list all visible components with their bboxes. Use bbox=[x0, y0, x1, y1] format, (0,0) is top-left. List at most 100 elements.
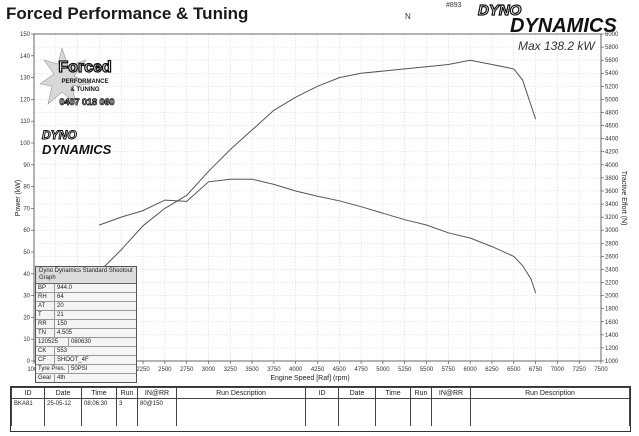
x-tick-label: 5000 bbox=[376, 367, 390, 373]
setting-value: 21 bbox=[57, 312, 64, 318]
x-tick-label: 2250 bbox=[136, 367, 150, 373]
tractive-effort-point bbox=[120, 216, 122, 218]
power-point bbox=[295, 96, 297, 98]
tractive-effort-point bbox=[535, 292, 536, 294]
x-tick-label: 7000 bbox=[551, 367, 565, 373]
setting-key: TN bbox=[36, 329, 55, 337]
setting-value: SHOOT_4F bbox=[57, 357, 89, 363]
tractive-effort-point bbox=[522, 265, 523, 266]
y2-tick-label: 5800 bbox=[605, 45, 619, 51]
col-run-description: Run Description bbox=[176, 387, 306, 399]
tractive-effort-point bbox=[513, 255, 515, 257]
settings-header: Dyno Dynamics Standard Shootout Graph bbox=[36, 267, 136, 284]
y2-tick-label: 5400 bbox=[605, 71, 619, 77]
power-point bbox=[229, 149, 231, 150]
setting-value: 50PSI bbox=[71, 366, 88, 372]
power-point bbox=[491, 64, 493, 65]
x-tick-label: 2500 bbox=[158, 367, 172, 373]
cell-run-2 bbox=[410, 398, 432, 408]
settings-row: RR 150 bbox=[36, 320, 136, 329]
setting-key: RH bbox=[36, 293, 55, 301]
y2-tick-label: 3400 bbox=[605, 202, 619, 208]
power-point bbox=[164, 208, 166, 209]
cell-date: 25-05-12 bbox=[44, 398, 82, 408]
y-tick-label: 40 bbox=[23, 272, 30, 278]
y2-tick-label: 4400 bbox=[605, 137, 619, 143]
tractive-effort-point bbox=[164, 199, 166, 201]
power-point bbox=[251, 129, 253, 131]
x-tick-label: 5750 bbox=[442, 367, 456, 373]
max-power-label: Max 138.2 kW bbox=[518, 39, 595, 53]
col-id-2: ID bbox=[305, 387, 339, 399]
tractive-effort-point bbox=[317, 195, 318, 197]
setting-value: 944.0 bbox=[57, 285, 73, 291]
x-tick-label: 3500 bbox=[245, 367, 259, 373]
tractive-effort-point bbox=[229, 178, 231, 180]
power-point bbox=[447, 64, 449, 65]
cell-date-2 bbox=[338, 398, 376, 408]
x-tick-label: 3750 bbox=[267, 367, 281, 373]
setting-key: Gear bbox=[36, 374, 55, 382]
col-in-rr: IN@RR bbox=[137, 387, 177, 399]
power-point bbox=[382, 70, 384, 72]
power-point bbox=[317, 85, 318, 87]
cell-id-2 bbox=[305, 398, 339, 408]
forced-logo-phone: 0407 018 060 bbox=[59, 97, 114, 107]
cell-run-description bbox=[176, 398, 306, 408]
setting-key: 120525 bbox=[36, 338, 69, 346]
col-run-2: Run bbox=[410, 387, 432, 399]
settings-row: TN 4.505 bbox=[36, 329, 136, 338]
y-tick-label: 10 bbox=[23, 337, 30, 343]
forced-logo-name: Forced bbox=[58, 59, 111, 76]
setting-value: 4.505 bbox=[57, 330, 73, 336]
y2-tick-label: 2600 bbox=[605, 254, 619, 260]
x-tick-label: 3000 bbox=[202, 367, 216, 373]
dyno-dynamics-inline-logo: DYNO DYNAMICS bbox=[42, 128, 112, 158]
x-tick-label: 4500 bbox=[333, 367, 347, 373]
col-run: Run bbox=[116, 387, 138, 399]
y2-tick-label: 2200 bbox=[605, 281, 619, 287]
settings-row: AT 20 bbox=[36, 302, 136, 311]
power-point bbox=[273, 109, 275, 111]
dyno-logo-line1: DYNO bbox=[42, 128, 77, 142]
power-point bbox=[535, 118, 536, 120]
cell-in-rr-2 bbox=[431, 398, 471, 408]
y-tick-label: 150 bbox=[20, 32, 31, 38]
y2-tick-label: 5000 bbox=[605, 97, 619, 103]
tractive-effort-point bbox=[447, 232, 449, 234]
setting-value: 20 bbox=[57, 303, 64, 309]
tractive-effort-point bbox=[426, 224, 427, 226]
y2-tick-label: 2400 bbox=[605, 267, 619, 273]
y-tick-label: 90 bbox=[23, 163, 30, 169]
table-row bbox=[11, 408, 630, 417]
y-tick-label: 80 bbox=[23, 185, 30, 191]
y-tick-label: 0 bbox=[27, 359, 31, 365]
col-time-2: Time bbox=[375, 387, 411, 399]
tractive-effort-point bbox=[360, 206, 362, 208]
y-axis-ticks: 0 10 20 30 40 50 60 70 80 90 100 110 120 130 140 150 bbox=[20, 32, 34, 365]
cell-run-description-2 bbox=[470, 398, 630, 408]
forced-logo-sub2: & TUNING bbox=[71, 87, 100, 93]
y2-tick-label: 1200 bbox=[605, 346, 619, 352]
settings-row: Tyre Pres. 50PSI bbox=[36, 365, 136, 374]
power-point bbox=[469, 59, 471, 61]
power-point bbox=[530, 105, 532, 107]
setting-key: CF bbox=[36, 356, 55, 364]
y2-tick-label: 1800 bbox=[605, 307, 619, 313]
x-tick-label: 7500 bbox=[594, 367, 608, 373]
col-run-description-2: Run Description bbox=[470, 387, 630, 399]
power-point bbox=[404, 68, 406, 70]
power-point bbox=[142, 225, 144, 227]
y-tick-label: 20 bbox=[23, 315, 30, 321]
y-tick-label: 140 bbox=[20, 54, 31, 60]
settings-row: RH 64 bbox=[36, 293, 136, 302]
setting-key: Tyre Pres. bbox=[36, 365, 69, 373]
settings-row: 120525 080630 bbox=[36, 338, 136, 347]
col-in-rr-2: IN@RR bbox=[431, 387, 471, 399]
y2-tick-label: 1600 bbox=[605, 320, 619, 326]
col-date-2: Date bbox=[338, 387, 376, 399]
power-point bbox=[360, 72, 362, 74]
dyno-logo-line2: DYNAMICS bbox=[42, 142, 112, 157]
setting-key: BP bbox=[36, 284, 55, 292]
setting-key: AT bbox=[36, 302, 55, 310]
